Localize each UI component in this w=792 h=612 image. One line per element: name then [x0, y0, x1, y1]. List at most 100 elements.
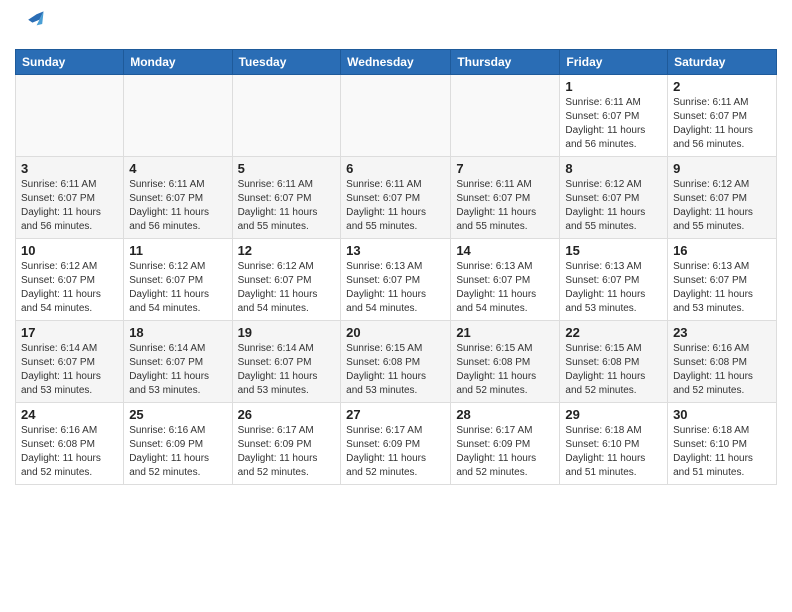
calendar-cell: 29 Sunrise: 6:18 AM Sunset: 6:10 PM Dayli… [560, 403, 668, 485]
header [15, 10, 777, 43]
calendar-cell: 25Sunrise: 6:16 AM Sunset: 6:09 PM Dayli… [124, 403, 232, 485]
day-info: Sunrise: 6:18 AM Sunset: 6:10 PM Dayligh… [565, 424, 662, 480]
day-info: Sunrise: 6:15 AM Sunset: 6:08 PM Dayligh… [565, 342, 662, 398]
page: SundayMondayTuesdayWednesdayThursdayFrid… [0, 0, 792, 500]
day-info: Sunrise: 6:13 AM Sunset: 6:07 PM Dayligh… [456, 260, 554, 316]
calendar-cell: 22 Sunrise: 6:15 AM Sunset: 6:08 PM Dayli… [560, 321, 668, 403]
calendar-cell: 8 Sunrise: 6:12 AM Sunset: 6:07 PM Daylig… [560, 157, 668, 239]
calendar-cell: 14 Sunrise: 6:13 AM Sunset: 6:07 PM Dayli… [451, 239, 560, 321]
day-info: Sunrise: 6:17 AM Sunset: 6:09 PM Dayligh… [456, 424, 554, 480]
calendar-cell: 23 Sunrise: 6:16 AM Sunset: 6:08 PM Dayli… [668, 321, 777, 403]
calendar-cell: 2 Sunrise: 6:11 AM Sunset: 6:07 PM Daylig… [668, 75, 777, 157]
day-info: Sunrise: 6:14 AM Sunset: 6:07 PM Dayligh… [129, 342, 226, 398]
day-number: 18 [129, 325, 226, 340]
day-number: 23 [673, 325, 771, 340]
day-number: 7 [456, 161, 554, 176]
day-number: 6 [346, 161, 445, 176]
day-info: Sunrise: 6:11 AM Sunset: 6:07 PM Dayligh… [129, 178, 226, 234]
calendar-cell: 12 Sunrise: 6:12 AM Sunset: 6:07 PM Dayli… [232, 239, 341, 321]
day-number: 4 [129, 161, 226, 176]
weekday-header-row: SundayMondayTuesdayWednesdayThursdayFrid… [16, 50, 777, 75]
day-info: Sunrise: 6:14 AM Sunset: 6:07 PM Dayligh… [238, 342, 336, 398]
day-info: Sunrise: 6:13 AM Sunset: 6:07 PM Dayligh… [346, 260, 445, 316]
calendar-cell: 28Sunrise: 6:17 AM Sunset: 6:09 PM Dayli… [451, 403, 560, 485]
calendar-cell: 27 Sunrise: 6:17 AM Sunset: 6:09 PM Dayli… [341, 403, 451, 485]
day-info: Sunrise: 6:15 AM Sunset: 6:08 PM Dayligh… [456, 342, 554, 398]
weekday-header-friday: Friday [560, 50, 668, 75]
calendar-cell: 7 Sunrise: 6:11 AM Sunset: 6:07 PM Daylig… [451, 157, 560, 239]
day-info: Sunrise: 6:11 AM Sunset: 6:07 PM Dayligh… [346, 178, 445, 234]
day-info: Sunrise: 6:17 AM Sunset: 6:09 PM Dayligh… [238, 424, 336, 480]
day-info: Sunrise: 6:17 AM Sunset: 6:09 PM Dayligh… [346, 424, 445, 480]
day-number: 10 [21, 243, 118, 258]
weekday-header-tuesday: Tuesday [232, 50, 341, 75]
day-number: 19 [238, 325, 336, 340]
day-number: 21 [456, 325, 554, 340]
day-info: Sunrise: 6:12 AM Sunset: 6:07 PM Dayligh… [238, 260, 336, 316]
calendar-cell: 3Sunrise: 6:11 AM Sunset: 6:07 PM Daylig… [16, 157, 124, 239]
day-number: 9 [673, 161, 771, 176]
day-number: 24 [21, 407, 118, 422]
day-number: 15 [565, 243, 662, 258]
calendar-cell [451, 75, 560, 157]
weekday-header-wednesday: Wednesday [341, 50, 451, 75]
calendar-cell [16, 75, 124, 157]
day-number: 14 [456, 243, 554, 258]
day-number: 27 [346, 407, 445, 422]
calendar-cell: 15 Sunrise: 6:13 AM Sunset: 6:07 PM Dayli… [560, 239, 668, 321]
logo-bird-icon [17, 10, 45, 38]
calendar-cell: 21 Sunrise: 6:15 AM Sunset: 6:08 PM Dayli… [451, 321, 560, 403]
day-number: 2 [673, 79, 771, 94]
calendar-cell: 26Sunrise: 6:17 AM Sunset: 6:09 PM Dayli… [232, 403, 341, 485]
weekday-header-monday: Monday [124, 50, 232, 75]
week-row-2: 3Sunrise: 6:11 AM Sunset: 6:07 PM Daylig… [16, 157, 777, 239]
day-info: Sunrise: 6:11 AM Sunset: 6:07 PM Dayligh… [21, 178, 118, 234]
day-info: Sunrise: 6:11 AM Sunset: 6:07 PM Dayligh… [238, 178, 336, 234]
calendar-cell: 4 Sunrise: 6:11 AM Sunset: 6:07 PM Daylig… [124, 157, 232, 239]
day-info: Sunrise: 6:13 AM Sunset: 6:07 PM Dayligh… [565, 260, 662, 316]
day-info: Sunrise: 6:12 AM Sunset: 6:07 PM Dayligh… [565, 178, 662, 234]
calendar-cell: 20Sunrise: 6:15 AM Sunset: 6:08 PM Dayli… [341, 321, 451, 403]
day-info: Sunrise: 6:12 AM Sunset: 6:07 PM Dayligh… [673, 178, 771, 234]
day-info: Sunrise: 6:12 AM Sunset: 6:07 PM Dayligh… [129, 260, 226, 316]
day-number: 1 [565, 79, 662, 94]
calendar-cell: 24 Sunrise: 6:16 AM Sunset: 6:08 PM Dayli… [16, 403, 124, 485]
calendar-cell [341, 75, 451, 157]
day-info: Sunrise: 6:16 AM Sunset: 6:08 PM Dayligh… [21, 424, 118, 480]
day-number: 5 [238, 161, 336, 176]
weekday-header-thursday: Thursday [451, 50, 560, 75]
calendar-cell: 10 Sunrise: 6:12 AM Sunset: 6:07 PM Dayli… [16, 239, 124, 321]
calendar-cell: 1Sunrise: 6:11 AM Sunset: 6:07 PM Daylig… [560, 75, 668, 157]
day-number: 30 [673, 407, 771, 422]
day-info: Sunrise: 6:13 AM Sunset: 6:07 PM Dayligh… [673, 260, 771, 316]
calendar-cell: 17 Sunrise: 6:14 AM Sunset: 6:07 PM Dayli… [16, 321, 124, 403]
day-number: 29 [565, 407, 662, 422]
calendar-cell [232, 75, 341, 157]
day-number: 17 [21, 325, 118, 340]
calendar-cell: 18 Sunrise: 6:14 AM Sunset: 6:07 PM Dayli… [124, 321, 232, 403]
day-number: 11 [129, 243, 226, 258]
day-number: 12 [238, 243, 336, 258]
calendar-cell: 19 Sunrise: 6:14 AM Sunset: 6:07 PM Dayli… [232, 321, 341, 403]
calendar-cell: 13 Sunrise: 6:13 AM Sunset: 6:07 PM Dayli… [341, 239, 451, 321]
day-info: Sunrise: 6:12 AM Sunset: 6:07 PM Dayligh… [21, 260, 118, 316]
day-info: Sunrise: 6:11 AM Sunset: 6:07 PM Dayligh… [456, 178, 554, 234]
day-number: 8 [565, 161, 662, 176]
calendar-cell: 9 Sunrise: 6:12 AM Sunset: 6:07 PM Daylig… [668, 157, 777, 239]
day-info: Sunrise: 6:16 AM Sunset: 6:09 PM Dayligh… [129, 424, 226, 480]
calendar-cell [124, 75, 232, 157]
week-row-5: 24 Sunrise: 6:16 AM Sunset: 6:08 PM Dayli… [16, 403, 777, 485]
day-number: 13 [346, 243, 445, 258]
week-row-3: 10 Sunrise: 6:12 AM Sunset: 6:07 PM Dayli… [16, 239, 777, 321]
day-number: 16 [673, 243, 771, 258]
weekday-header-sunday: Sunday [16, 50, 124, 75]
day-info: Sunrise: 6:14 AM Sunset: 6:07 PM Dayligh… [21, 342, 118, 398]
day-number: 20 [346, 325, 445, 340]
day-info: Sunrise: 6:11 AM Sunset: 6:07 PM Dayligh… [673, 96, 771, 152]
calendar-cell: 30Sunrise: 6:18 AM Sunset: 6:10 PM Dayli… [668, 403, 777, 485]
week-row-4: 17 Sunrise: 6:14 AM Sunset: 6:07 PM Dayli… [16, 321, 777, 403]
calendar-cell: 16 Sunrise: 6:13 AM Sunset: 6:07 PM Dayli… [668, 239, 777, 321]
calendar-cell: 5 Sunrise: 6:11 AM Sunset: 6:07 PM Daylig… [232, 157, 341, 239]
day-info: Sunrise: 6:16 AM Sunset: 6:08 PM Dayligh… [673, 342, 771, 398]
day-number: 22 [565, 325, 662, 340]
